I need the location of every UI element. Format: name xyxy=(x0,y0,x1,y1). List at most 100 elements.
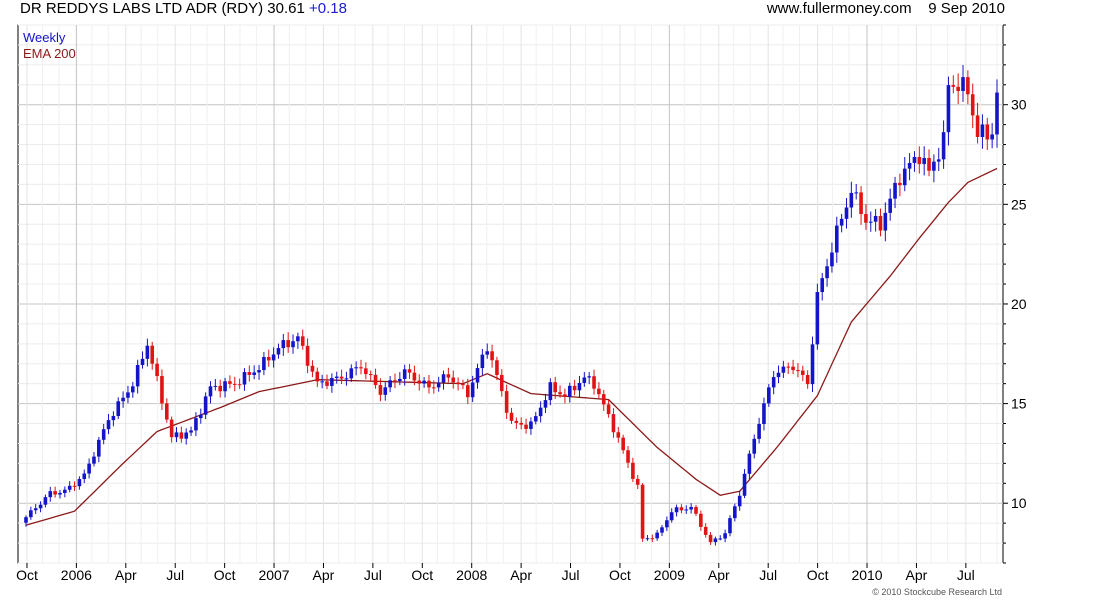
candle-body xyxy=(553,382,557,393)
candle-body xyxy=(300,336,305,346)
candle-body xyxy=(970,94,975,116)
candle-body xyxy=(718,538,723,540)
candle-body xyxy=(689,507,693,510)
candle-body xyxy=(776,372,781,378)
candle-body xyxy=(679,507,684,511)
candle-body xyxy=(131,386,135,393)
candle-body xyxy=(854,192,859,194)
candle-body xyxy=(626,450,630,463)
candle-body xyxy=(330,378,334,386)
candle-body xyxy=(873,215,878,222)
candle-body xyxy=(669,512,674,521)
candle-body xyxy=(747,453,752,474)
candle-body xyxy=(902,168,907,186)
candle-body xyxy=(150,345,155,364)
candle-body xyxy=(116,401,121,416)
candle-body xyxy=(684,509,689,511)
candle-body xyxy=(470,382,475,398)
candle-body xyxy=(834,225,839,253)
candle-body xyxy=(412,372,417,381)
candle-body xyxy=(951,85,956,87)
candle-body xyxy=(160,376,164,404)
legend-item: EMA 200 xyxy=(23,46,76,61)
candle-body xyxy=(907,162,912,169)
x-tick-label: Oct xyxy=(411,567,433,583)
candle-body xyxy=(864,214,868,223)
candle-body xyxy=(786,366,791,368)
candle-body xyxy=(606,404,611,415)
candle-body xyxy=(145,345,150,359)
candle-body xyxy=(82,473,87,480)
candle-body xyxy=(29,510,33,518)
candle-body xyxy=(247,372,252,375)
candle-body xyxy=(801,370,805,376)
candle-body xyxy=(898,182,902,186)
candle-body xyxy=(189,430,193,433)
candle-body xyxy=(164,403,169,420)
candle-body xyxy=(757,423,761,439)
y-axis: 10 15 20 25 30 xyxy=(1003,24,1027,564)
candle-body xyxy=(558,392,562,395)
candle-body xyxy=(582,377,587,383)
candle-body xyxy=(446,374,451,378)
x-tick-label: 2007 xyxy=(258,567,289,583)
x-tick-label: 2006 xyxy=(61,567,92,583)
candle-body xyxy=(276,348,281,355)
candle-body xyxy=(422,380,426,384)
candle-body xyxy=(480,354,485,369)
candle-body xyxy=(252,372,256,375)
candle-body xyxy=(694,507,698,514)
x-tick-label: Oct xyxy=(16,567,38,583)
candle-body xyxy=(504,391,509,413)
candle-body xyxy=(655,532,659,539)
candle-body xyxy=(174,432,179,438)
candle-body xyxy=(699,513,703,527)
candle-body xyxy=(975,115,980,137)
candle-body xyxy=(266,357,271,361)
candle-body xyxy=(296,336,300,342)
candle-body xyxy=(436,382,441,388)
candle-body xyxy=(509,412,514,421)
candle-body xyxy=(232,383,237,385)
x-axis: Oct 2006 Apr Jul Oct 2007 Apr Jul Oct 2008 Apr Jul O… xyxy=(16,563,975,583)
candle-body xyxy=(320,381,324,383)
candle-body xyxy=(194,418,198,431)
candle-body xyxy=(228,381,232,384)
candle-body xyxy=(218,385,222,392)
x-tick-label: 2008 xyxy=(456,567,487,583)
candle-body xyxy=(417,380,422,384)
x-tick-label: 2009 xyxy=(654,567,685,583)
candle-body xyxy=(990,134,994,140)
candle-body xyxy=(63,489,67,493)
candle-body xyxy=(281,340,286,349)
candle-body xyxy=(499,374,504,392)
candle-body xyxy=(271,354,276,361)
x-tick-label: Jul xyxy=(957,567,975,583)
candle-body xyxy=(733,506,737,519)
candle-body xyxy=(922,157,926,164)
candle-body xyxy=(762,403,766,424)
candle-body xyxy=(402,369,407,379)
candle-body xyxy=(621,437,625,451)
candle-body xyxy=(752,438,757,454)
x-tick-label: Apr xyxy=(313,567,335,583)
candle-body xyxy=(961,77,965,91)
y-tick-label: 30 xyxy=(1011,97,1027,113)
candle-body xyxy=(660,527,664,533)
candle-body xyxy=(956,86,960,91)
candle-body xyxy=(995,92,999,135)
candle-body xyxy=(728,518,732,534)
candle-body xyxy=(597,388,601,395)
y-tick-label: 10 xyxy=(1011,495,1027,511)
candle-body xyxy=(708,534,713,543)
candle-body xyxy=(427,380,431,388)
candle-body xyxy=(893,182,897,199)
x-tick-label: Jul xyxy=(562,567,580,583)
candle-body xyxy=(286,340,290,348)
candle-body xyxy=(703,526,708,535)
candle-body xyxy=(631,462,635,479)
candle-body xyxy=(941,132,946,160)
candle-body xyxy=(213,385,218,387)
y-tick-label: 15 xyxy=(1011,396,1027,412)
candle-body xyxy=(87,463,91,474)
